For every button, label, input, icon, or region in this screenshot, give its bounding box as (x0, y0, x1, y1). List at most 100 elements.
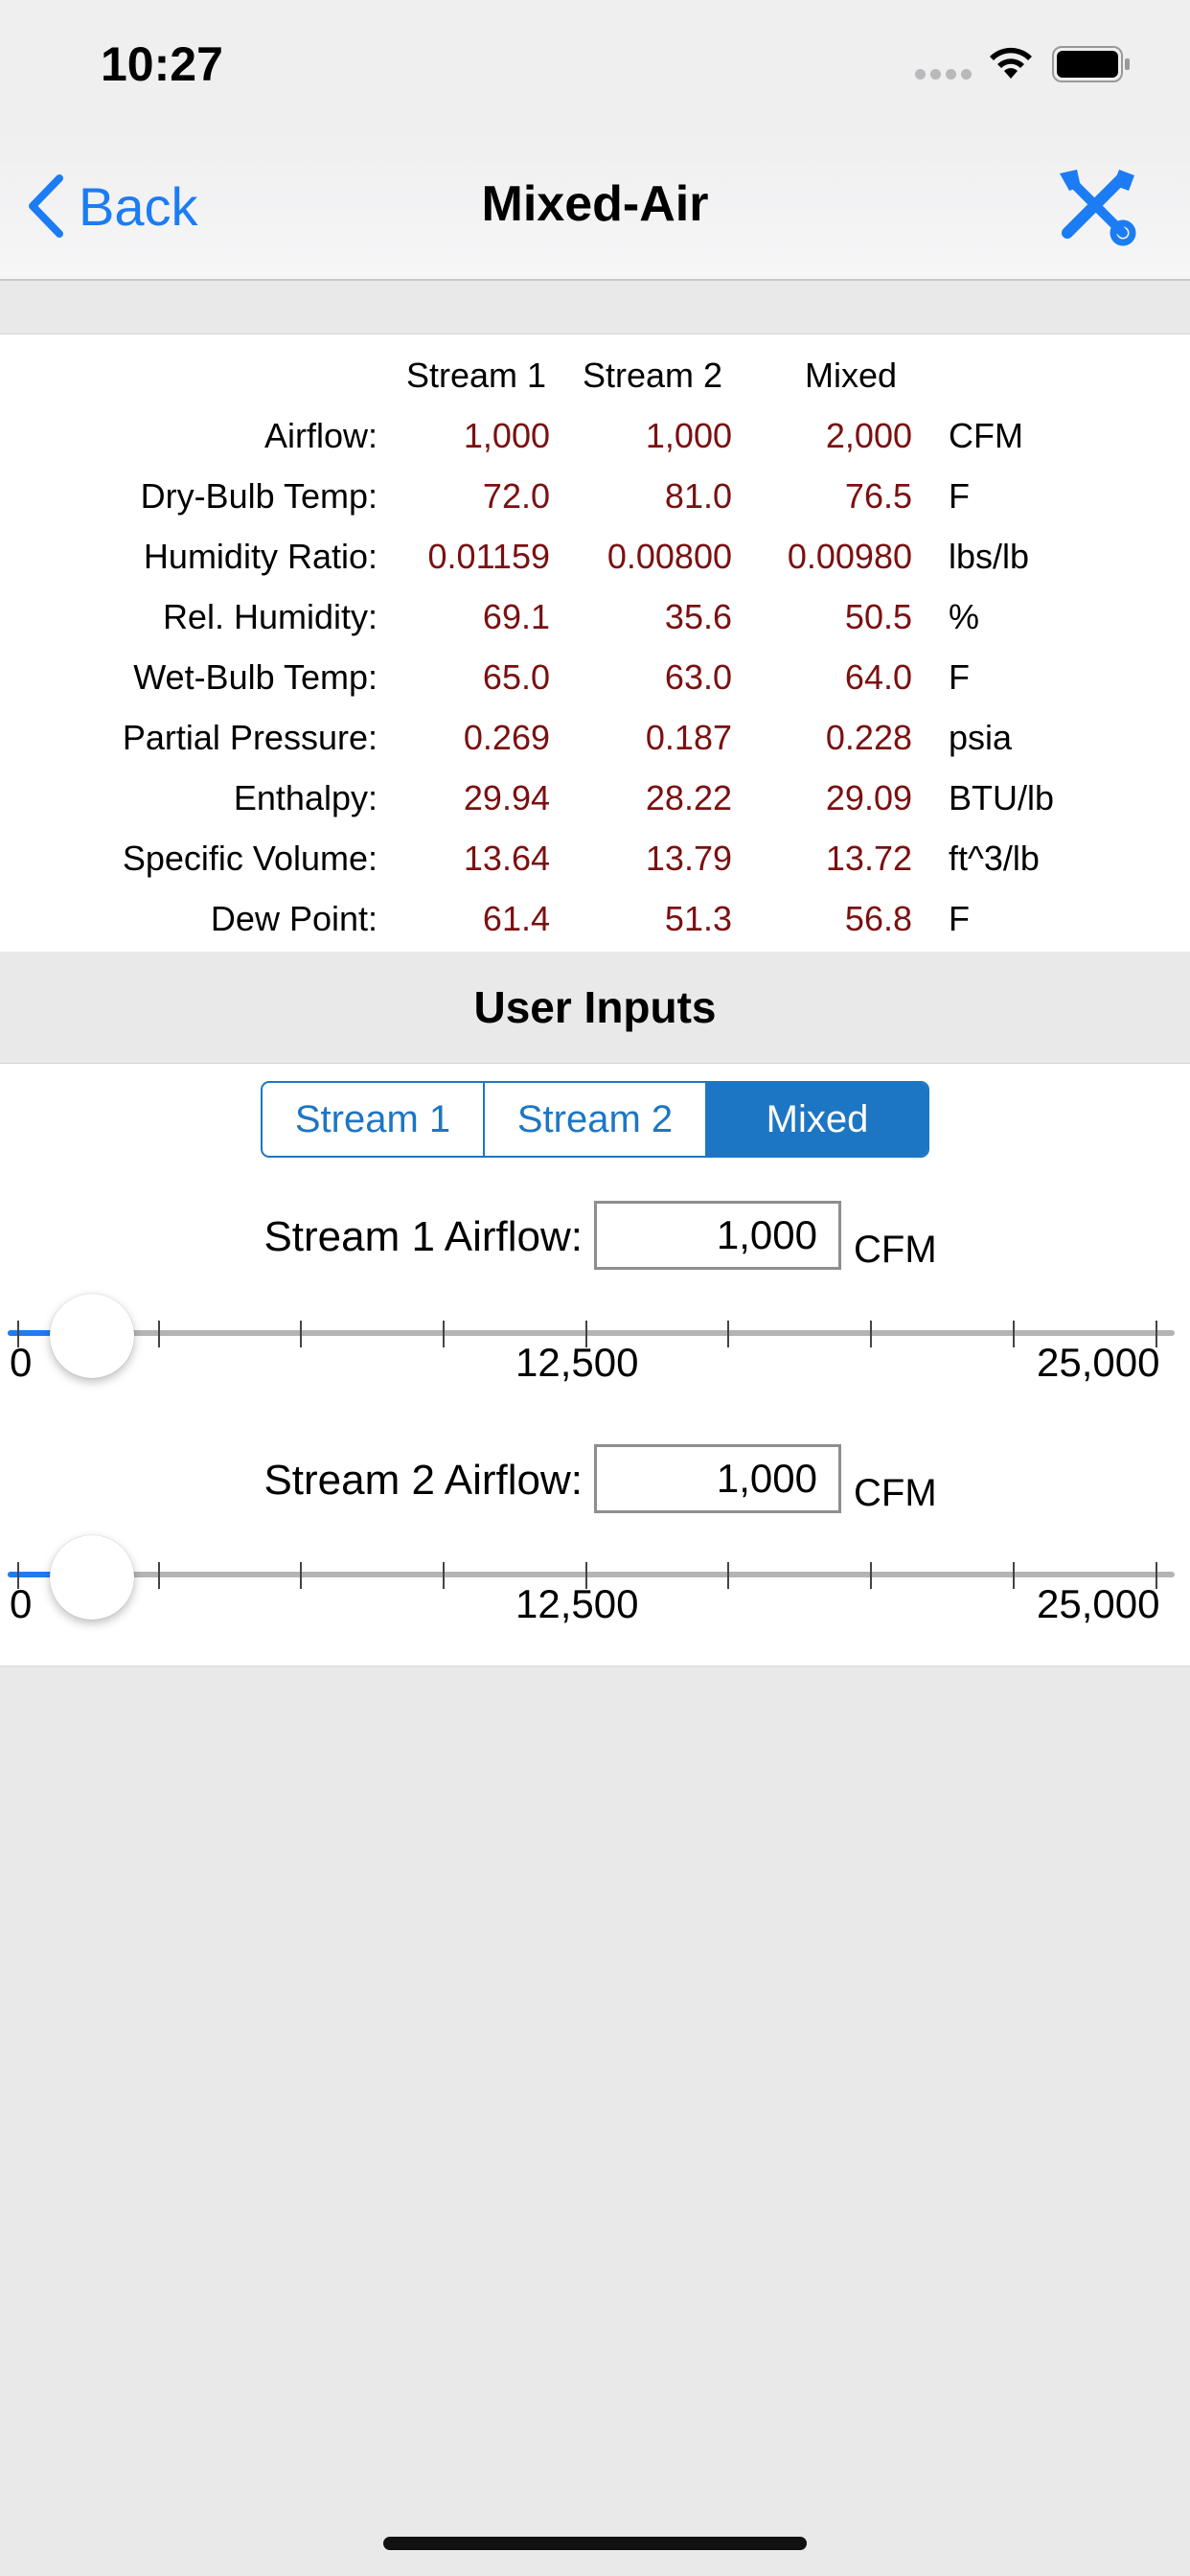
cellular-signal-icon (915, 67, 976, 84)
row-unit: BTU/lb (949, 778, 1055, 817)
slider-tick (443, 1321, 445, 1347)
table-row: Wet-Bulb Temp: 65.0 63.0 64.0 F (0, 657, 1190, 715)
table-row: Enthalpy: 29.94 28.22 29.09 BTU/lb (0, 778, 1190, 836)
row-unit: % (949, 597, 980, 636)
slider-tick (158, 1562, 160, 1589)
stream2-airflow-unit: CFM (854, 1472, 937, 1514)
slider-tick (300, 1562, 302, 1589)
stream2-airflow-slider[interactable]: 0 12,500 25,000 (0, 1535, 1190, 1641)
table-row: Rel. Humidity: 69.1 35.6 50.5 % (0, 597, 1190, 655)
row-label: Dew Point: (210, 899, 378, 938)
wifi-icon (990, 47, 1032, 79)
row-unit: lbs/lb (949, 537, 1030, 576)
row-label: Wet-Bulb Temp: (133, 657, 378, 697)
column-header-stream2: Stream 2 (583, 356, 723, 395)
battery-icon (1052, 46, 1130, 82)
row-unit: F (949, 476, 970, 516)
value-stream2: 28.22 (645, 778, 732, 817)
value-mixed: 0.00980 (787, 537, 912, 576)
user-inputs-panel: Stream 1 Stream 2 Mixed Stream 1 Airflow… (0, 1063, 1190, 1667)
slider-min-label: 0 (10, 1340, 33, 1385)
value-mixed: 56.8 (844, 899, 912, 938)
slider-tick (727, 1562, 729, 1589)
segment-stream1[interactable]: Stream 1 (263, 1083, 485, 1156)
stream1-airflow-slider[interactable]: 0 12,500 25,000 (0, 1294, 1190, 1399)
row-label: Dry-Bulb Temp: (140, 476, 378, 516)
value-stream1: 0.01159 (427, 537, 550, 576)
row-label: Enthalpy: (233, 778, 378, 817)
row-unit: CFM (949, 416, 1023, 455)
slider-track (8, 1330, 1175, 1336)
value-stream2: 0.00800 (606, 537, 732, 576)
slider-tick (443, 1562, 445, 1589)
slider-mid-label: 12,500 (515, 1340, 639, 1385)
table-row: Partial Pressure: 0.269 0.187 0.228 psia (0, 718, 1190, 775)
slider-tick (300, 1321, 302, 1347)
value-stream1: 72.0 (482, 476, 550, 516)
section-header-user-inputs: User Inputs (0, 952, 1190, 1063)
tools-icon[interactable] (1054, 166, 1140, 246)
slider-max-label: 25,000 (1037, 1340, 1160, 1385)
value-stream1: 61.4 (482, 899, 550, 938)
value-mixed: 50.5 (844, 597, 912, 636)
value-stream2: 0.187 (645, 718, 732, 757)
slider-min-label: 0 (10, 1581, 33, 1626)
value-stream2: 51.3 (664, 899, 732, 938)
value-stream2: 81.0 (664, 476, 732, 516)
table-row: Specific Volume: 13.64 13.79 13.72 ft^3/… (0, 839, 1190, 896)
slider-tick (870, 1562, 872, 1589)
segment-stream2[interactable]: Stream 2 (485, 1083, 707, 1156)
value-stream1: 13.64 (463, 839, 550, 878)
table-row: Humidity Ratio: 0.01159 0.00800 0.00980 … (0, 537, 1190, 594)
row-unit: ft^3/lb (949, 839, 1040, 878)
column-header-stream1: Stream 1 (406, 356, 547, 395)
table-row: Airflow: 1,000 1,000 2,000 CFM (0, 416, 1190, 473)
value-mixed: 2,000 (825, 416, 912, 455)
status-time: 10:27 (101, 37, 223, 91)
value-stream1: 0.269 (463, 718, 550, 757)
slider-tick (158, 1321, 160, 1347)
value-stream1: 29.94 (463, 778, 550, 817)
row-label: Rel. Humidity: (162, 597, 378, 636)
row-label: Specific Volume: (122, 839, 378, 878)
stream2-airflow-label: Stream 2 Airflow: (263, 1457, 583, 1504)
stream1-airflow-field[interactable]: 1,000 (594, 1201, 841, 1270)
stream-segmented-control: Stream 1 Stream 2 Mixed (261, 1081, 929, 1158)
row-label: Humidity Ratio: (143, 537, 378, 576)
slider-track (8, 1572, 1175, 1577)
navigation-bar: Back Mixed-Air (0, 129, 1190, 281)
table-row: Dry-Bulb Temp: 72.0 81.0 76.5 F (0, 476, 1190, 534)
home-indicator[interactable] (383, 2537, 807, 2550)
slider-tick (727, 1321, 729, 1347)
row-unit: F (949, 657, 970, 697)
slider-mid-label: 12,500 (515, 1581, 639, 1626)
column-header-mixed: Mixed (805, 356, 898, 395)
slider-thumb[interactable] (50, 1294, 134, 1378)
page-title: Mixed-Air (481, 176, 709, 232)
table-row: Dew Point: 61.4 51.3 56.8 F (0, 899, 1190, 956)
slider-tick (1013, 1562, 1015, 1589)
value-mixed: 13.72 (825, 839, 912, 878)
row-unit: F (949, 899, 970, 938)
value-mixed: 64.0 (844, 657, 912, 697)
stream1-airflow-label: Stream 1 Airflow: (263, 1213, 583, 1260)
stream2-airflow-field[interactable]: 1,000 (594, 1444, 841, 1513)
segment-mixed[interactable]: Mixed (707, 1083, 927, 1156)
value-mixed: 0.228 (825, 718, 912, 757)
row-unit: psia (949, 718, 1013, 757)
value-mixed: 76.5 (844, 476, 912, 516)
slider-max-label: 25,000 (1037, 1581, 1160, 1626)
results-table: Stream 1 Stream 2 Mixed Airflow: 1,000 1… (0, 334, 1190, 954)
slider-thumb[interactable] (50, 1535, 134, 1620)
slider-tick (1013, 1321, 1015, 1347)
value-stream1: 69.1 (482, 597, 550, 636)
value-mixed: 29.09 (825, 778, 912, 817)
value-stream2: 1,000 (645, 416, 732, 455)
value-stream2: 13.79 (645, 839, 732, 878)
status-bar: 10:27 (0, 0, 1190, 129)
value-stream2: 35.6 (664, 597, 732, 636)
stream1-airflow-unit: CFM (854, 1229, 937, 1271)
value-stream1: 1,000 (463, 416, 550, 455)
row-label: Airflow: (263, 416, 378, 455)
value-stream1: 65.0 (482, 657, 550, 697)
